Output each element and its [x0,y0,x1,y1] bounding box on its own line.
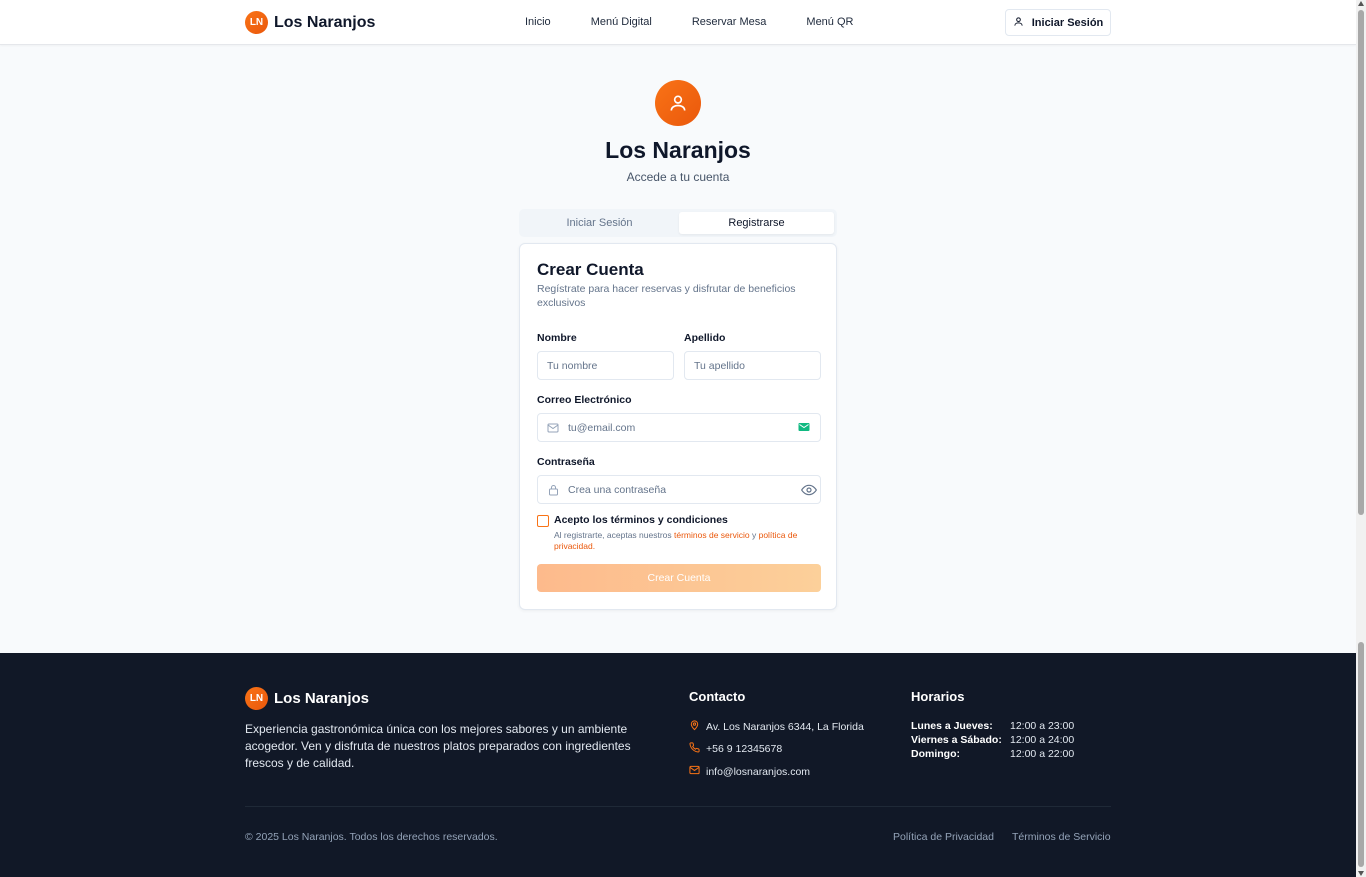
hours-time: 12:00 a 24:00 [1010,734,1075,746]
user-avatar-icon [655,80,701,126]
form-title: Crear Cuenta [537,260,644,279]
footer-copyright: © 2025 Los Naranjos. Todos los derechos … [245,831,498,843]
page-title: Los Naranjos [605,137,751,163]
hours-days: Lunes a Jueves: [911,720,993,732]
footer-contact-title: Contacto [689,689,746,704]
footer-hours-table: Lunes a Jueves: 12:00 a 23:00 Viernes a … [911,719,1074,761]
brand-name: Los Naranjos [274,13,376,31]
last-name-placeholder: Tu apellido [694,359,745,372]
scrollbar-thumb[interactable] [1358,10,1364,515]
footer-brand-name: Los Naranjos [274,690,370,707]
terms-note: Al registrarte, aceptas nuestros término… [554,530,824,552]
password-input[interactable]: Crea una contraseña [537,475,821,504]
terms-note-suffix: . [592,541,596,551]
brand-logo-link[interactable]: LN Los Naranjos [245,11,375,34]
tab-register[interactable]: Registrarse [679,212,834,234]
autofill-icon[interactable] [798,422,810,432]
password-placeholder: Crea una contraseña [568,483,667,496]
footer-address-text: Av. Los Naranjos 6344, La Florida [706,720,864,733]
password-label: Contraseña [537,456,595,468]
email-placeholder: tu@email.com [568,421,636,434]
footer-address: Av. Los Naranjos 6344, La Florida [689,719,864,734]
top-header: LN Los Naranjos Inicio Menú Digital Rese… [0,0,1356,45]
footer-phone[interactable]: +56 9 12345678 [689,742,782,756]
auth-tabs: Iniciar Sesión Registrarse [519,209,837,237]
logo-badge: LN [245,11,268,34]
tab-login[interactable]: Iniciar Sesión [522,212,677,234]
footer-divider [245,806,1111,807]
last-name-label: Apellido [684,332,726,344]
terms-label[interactable]: Acepto los términos y condiciones [554,514,728,526]
map-pin-icon [689,719,700,734]
first-name-placeholder: Tu nombre [547,359,598,372]
page-scrollbar[interactable] [1356,0,1366,877]
email-input[interactable]: tu@email.com [537,413,821,442]
page-subtitle: Accede a tu cuenta [626,170,730,184]
terms-of-service-link[interactable]: términos de servicio [674,530,750,540]
footer-logo-badge: LN [245,687,268,710]
hours-row: Viernes a Sábado: 12:00 a 24:00 [911,733,1074,747]
nav-item-menu-qr[interactable]: Menú QR [806,16,853,28]
nav-item-inicio[interactable]: Inicio [525,16,551,28]
eye-icon[interactable] [800,484,818,499]
email-label: Correo Electrónico [537,394,632,406]
footer-brand: LN Los Naranjos [245,687,369,710]
terms-note-prefix: Al registrarte, aceptas nuestros [554,530,675,540]
form-description: Regístrate para hacer reservas y disfrut… [537,283,796,309]
hours-row: Lunes a Jueves: 12:00 a 23:00 [911,719,1074,733]
footer-hours-title: Horarios [911,689,965,704]
first-name-label: Nombre [537,332,577,344]
site-footer: LN Los Naranjos Experiencia gastronómica… [0,653,1356,877]
hours-time: 12:00 a 23:00 [1010,720,1075,732]
terms-checkbox[interactable] [537,515,549,527]
header-login-button[interactable]: Iniciar Sesión [1005,9,1111,36]
hours-row: Domingo: 12:00 a 22:00 [911,747,1074,761]
nav-item-menu-digital[interactable]: Menú Digital [591,16,652,28]
scroll-down-arrow-icon[interactable] [1358,871,1364,876]
footer-description: Experiencia gastronómica única con los m… [245,722,631,770]
mail-icon [547,422,559,434]
user-icon [1013,16,1024,30]
hours-time: 12:00 a 22:00 [1010,748,1075,760]
scrollbar-thumb-lower[interactable] [1358,642,1364,867]
last-name-input[interactable]: Tu apellido [684,351,821,380]
footer-privacy-link[interactable]: Política de Privacidad [893,831,994,843]
footer-legal-links: Política de Privacidad Términos de Servi… [893,831,1111,843]
hours-days: Domingo: [911,748,960,760]
footer-terms-link[interactable]: Términos de Servicio [1012,831,1111,843]
main-nav: Inicio Menú Digital Reservar Mesa Menú Q… [525,16,853,28]
phone-icon [689,742,700,756]
mail-icon [689,765,700,778]
lock-icon [547,484,559,496]
terms-note-and: y [749,530,759,540]
nav-item-reservar-mesa[interactable]: Reservar Mesa [692,16,767,28]
scroll-up-arrow-icon[interactable] [1358,1,1364,6]
footer-phone-text: +56 9 12345678 [706,743,783,755]
create-account-button[interactable]: Crear Cuenta [537,564,821,592]
first-name-input[interactable]: Tu nombre [537,351,674,380]
header-login-label: Iniciar Sesión [1031,16,1104,29]
register-card: Crear Cuenta Regístrate para hacer reser… [519,243,837,610]
hours-days: Viernes a Sábado: [911,734,1002,746]
footer-email-text: info@losnaranjos.com [706,765,811,778]
footer-email[interactable]: info@losnaranjos.com [689,765,810,778]
